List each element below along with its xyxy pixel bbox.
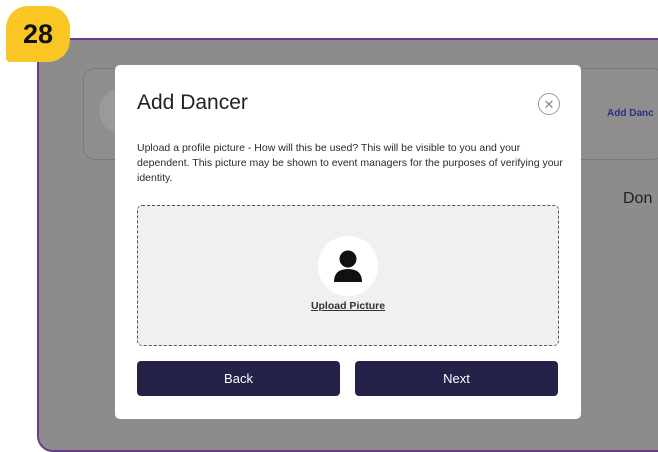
close-button[interactable]: ✕	[538, 93, 560, 115]
next-button[interactable]: Next	[355, 361, 558, 396]
step-number-badge: 28	[6, 6, 70, 62]
add-dancer-modal: Add Dancer ✕ Upload a profile picture - …	[115, 65, 581, 419]
user-silhouette-icon	[318, 236, 378, 296]
back-button-label: Back	[224, 371, 253, 386]
upload-dropzone[interactable]: Upload Picture	[137, 205, 559, 346]
back-button[interactable]: Back	[137, 361, 340, 396]
modal-description: Upload a profile picture - How will this…	[137, 142, 563, 184]
step-number: 28	[22, 18, 54, 49]
modal-title: Add Dancer	[137, 91, 248, 114]
background-add-dancer-link: Add Danc	[607, 108, 654, 119]
next-button-label: Next	[443, 371, 470, 386]
close-icon: ✕	[543, 96, 555, 112]
background-partial-text: Don	[623, 190, 653, 207]
upload-picture-link[interactable]: Upload Picture	[138, 300, 558, 312]
